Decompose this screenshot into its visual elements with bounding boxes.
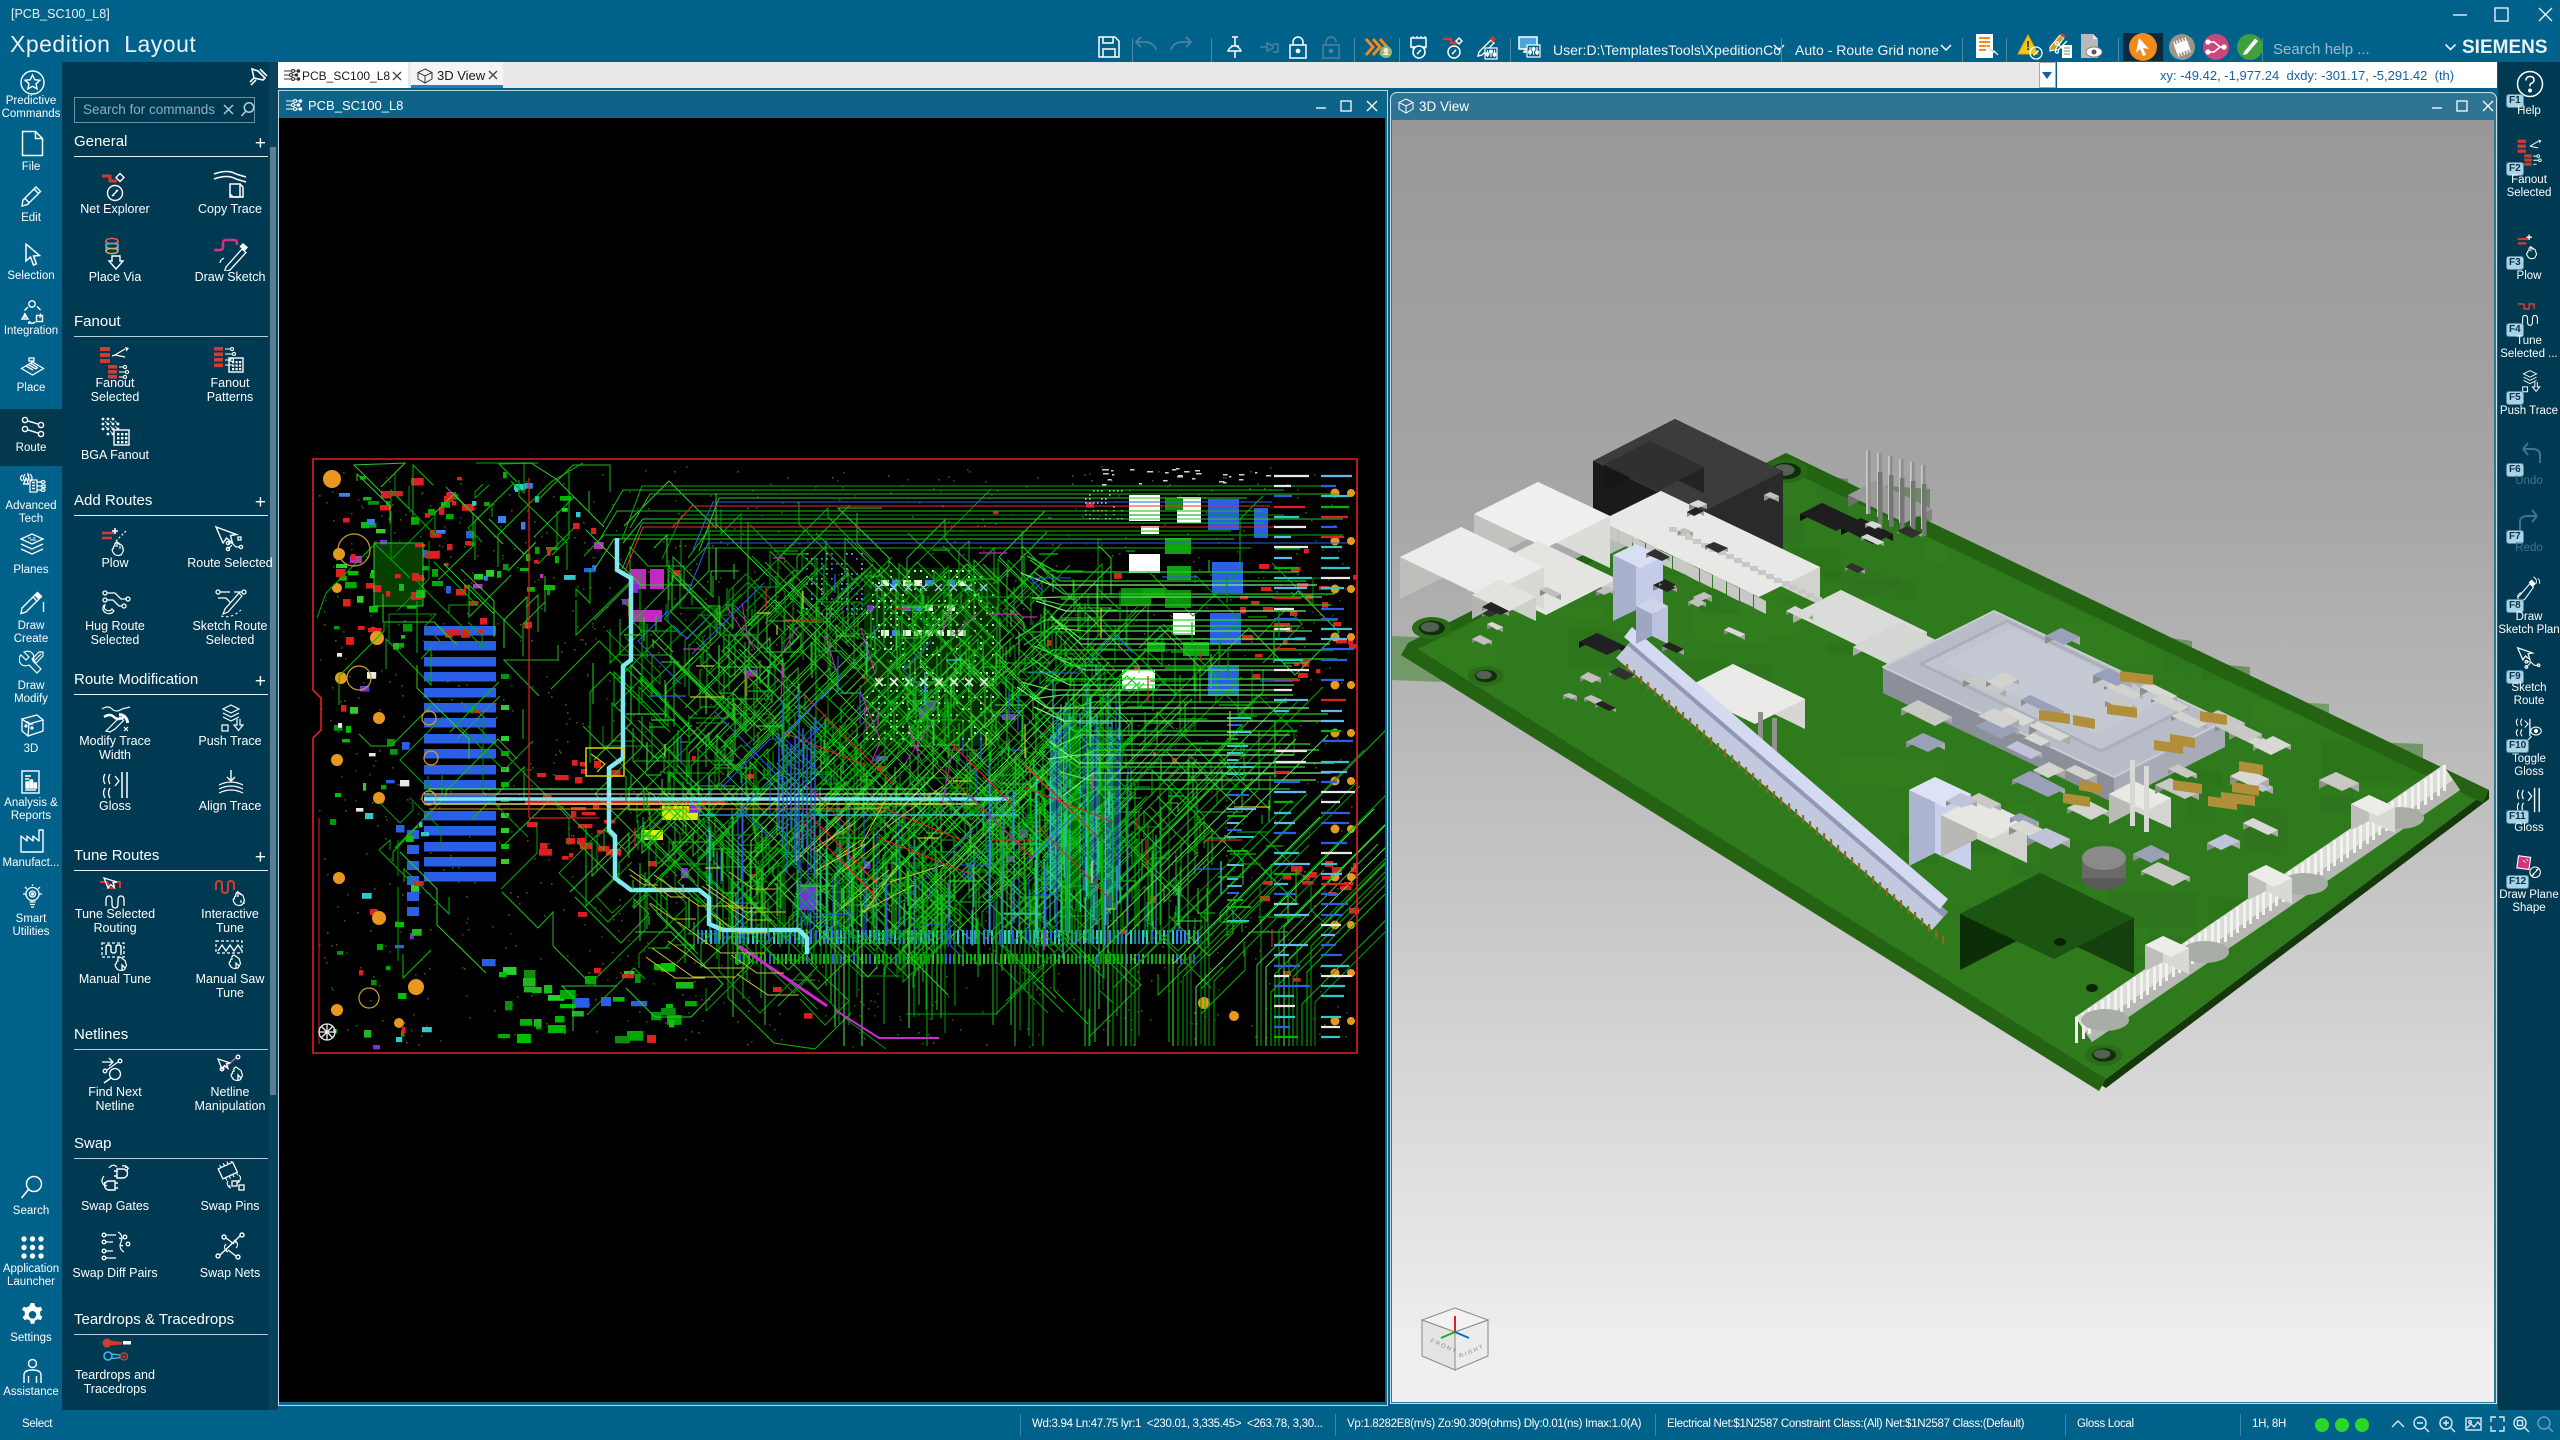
svg-text:!: !: [2026, 38, 2030, 53]
